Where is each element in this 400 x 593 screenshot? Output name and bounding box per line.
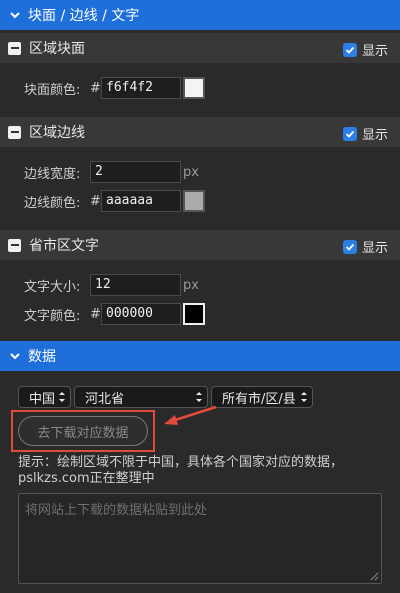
show-label: 显示 [361, 128, 388, 143]
border-width-label: 边线宽度: [24, 166, 81, 182]
province-select-value: 河北省 [85, 391, 125, 407]
red-arrow-icon [164, 405, 217, 425]
country-select-value: 中国 [29, 391, 56, 407]
subsection-text-title: 省市区文字 [29, 238, 99, 254]
border-color-input[interactable]: aaaaaa [101, 190, 181, 212]
collapse-icon[interactable] [8, 41, 21, 55]
checkbox-checked-icon[interactable] [342, 239, 357, 254]
paste-data-textarea[interactable]: 将网站上下载的数据粘贴到此处 [18, 493, 382, 584]
border-color-label: 边线颜色: [24, 195, 81, 211]
border-show-toggle[interactable]: 显示 [342, 124, 388, 143]
section-header-data[interactable]: 数据 [0, 341, 400, 371]
city-select[interactable]: 所有市/区/县 [211, 386, 313, 408]
px-unit: px [183, 277, 199, 293]
subsection-border-title: 区域边线 [29, 125, 85, 141]
select-arrows-icon [301, 392, 307, 402]
text-color-swatch[interactable] [183, 303, 205, 325]
border-width-input[interactable]: 2 [90, 161, 181, 183]
tip-text: 提示：绘制区域不限于中国，具体各个国家对应的数据，pslkzs.com正在整理中 [18, 455, 344, 486]
subsection-block-title: 区域块面 [29, 41, 85, 57]
text-size-input[interactable]: 12 [90, 274, 181, 296]
hash-symbol: # [90, 306, 101, 322]
subsection-border-header[interactable]: 区域边线 显示 [0, 117, 400, 147]
block-color-row: 块面颜色: # f6f4f2 [24, 76, 205, 100]
text-show-toggle[interactable]: 显示 [342, 237, 388, 256]
checkbox-checked-icon[interactable] [342, 126, 357, 141]
chevron-down-icon [10, 12, 20, 19]
hash-symbol: # [90, 80, 101, 96]
text-color-label: 文字颜色: [24, 308, 81, 324]
select-arrows-icon [59, 392, 65, 402]
border-width-row: 边线宽度: 2 px [24, 160, 199, 184]
block-show-toggle[interactable]: 显示 [342, 40, 388, 59]
hash-symbol: # [90, 193, 101, 209]
px-unit: px [183, 164, 199, 180]
subsection-text-header[interactable]: 省市区文字 显示 [0, 230, 400, 260]
collapse-icon[interactable] [8, 238, 21, 252]
select-arrows-icon [196, 392, 202, 402]
border-color-row: 边线颜色: # aaaaaa [24, 189, 205, 213]
resize-grip-icon[interactable] [370, 572, 379, 581]
bottom-edge [0, 586, 400, 593]
text-color-row: 文字颜色: # 000000 [24, 302, 205, 326]
section-title-style: 块面 / 边线 / 文字 [28, 8, 140, 24]
text-size-row: 文字大小: 12 px [24, 273, 199, 297]
section-header-style[interactable]: 块面 / 边线 / 文字 [0, 0, 400, 30]
subsection-block-header[interactable]: 区域块面 显示 [0, 33, 400, 63]
city-select-value: 所有市/区/县 [222, 391, 296, 407]
block-color-swatch[interactable] [183, 77, 205, 99]
checkbox-checked-icon[interactable] [342, 42, 357, 57]
show-label: 显示 [361, 241, 388, 256]
chevron-down-icon [10, 353, 20, 360]
show-label: 显示 [361, 44, 388, 59]
collapse-icon[interactable] [8, 125, 21, 139]
border-color-swatch[interactable] [183, 190, 205, 212]
paste-placeholder: 将网站上下载的数据粘贴到此处 [25, 503, 208, 518]
download-data-button[interactable]: 去下载对应数据 [18, 416, 148, 446]
block-color-label: 块面颜色: [24, 82, 81, 98]
section-title-data: 数据 [28, 349, 56, 365]
text-size-label: 文字大小: [24, 279, 81, 295]
block-color-input[interactable]: f6f4f2 [101, 77, 181, 99]
text-color-input[interactable]: 000000 [101, 303, 181, 325]
country-select[interactable]: 中国 [18, 386, 71, 408]
